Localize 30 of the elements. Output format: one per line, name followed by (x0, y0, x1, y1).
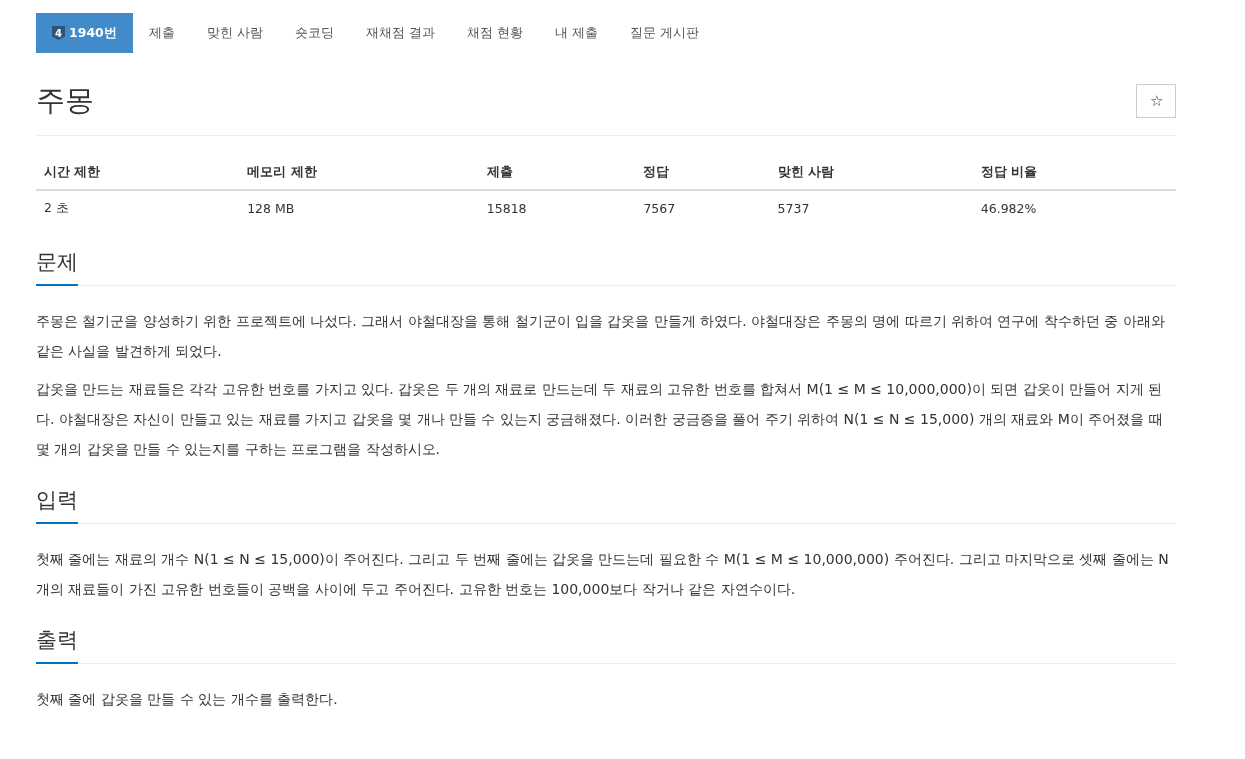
favorite-button[interactable]: ☆ (1136, 84, 1176, 118)
column-header: 정답 (635, 156, 770, 190)
column-header: 제출 (478, 156, 636, 190)
table-cell: 128 MB (239, 190, 479, 226)
nav-tab[interactable]: 질문 게시판 (613, 13, 715, 53)
column-header: 정답 비율 (972, 156, 1176, 190)
table-cell: 5737 (769, 190, 973, 226)
nav-tab[interactable]: 제출 (132, 13, 191, 53)
table-cell: 15818 (478, 190, 636, 226)
nav-tab[interactable]: 4 1940번 (36, 13, 133, 53)
tier-badge-icon: 4 (52, 26, 65, 40)
table-cell: 2 초 (36, 190, 240, 226)
column-header: 맞힌 사람 (769, 156, 973, 190)
nav-tab[interactable]: 숏코딩 (278, 13, 350, 53)
nav-tab[interactable]: 맞힌 사람 (190, 13, 279, 53)
section-heading: 문제 (36, 248, 78, 286)
column-header: 메모리 제한 (239, 156, 479, 190)
nav-tab[interactable]: 재채점 결과 (349, 13, 451, 53)
section-heading: 입력 (36, 486, 78, 524)
problem-title: 주몽 (36, 82, 94, 119)
nav-tab[interactable]: 채점 현황 (450, 13, 539, 53)
table-cell: 7567 (635, 190, 770, 226)
table-cell: 46.982% (972, 190, 1176, 226)
column-header: 시간 제한 (36, 156, 240, 190)
paragraph: 갑옷을 만드는 재료들은 각각 고유한 번호를 가지고 있다. 갑옷은 두 개의 재료로 만드는데 두 재료의 고유한 번호를 합쳐서 M(1 ≤ M ≤ 10,000,000)이 되면 갑옷이 만들어 지게 된다. 야철대장은 자신이 만들고 있는 재료를 가지고 갑옷을 몇 개나 만들 수 있는지 궁금해졌다. 이러한 궁금증을 풀어 주기 위하여 N(1 ≤ N ≤ 15,000) 개의 재료와 M이 주어졌을 때 몇 개의 갑옷을 만들 수 있는지를 구하는 프로그램을 작성하시오. (36, 380, 1164, 459)
paragraph: 주몽은 철기군을 양성하기 위한 프로젝트에 나섰다. 그래서 야철대장을 통해 철기군이 입을 갑옷을 만들게 하였다. 야철대장은 주몽의 명에 따르기 위하여 연구에 착수하던 중 아래와 같은 사실을 발견하게 되었다. (36, 312, 1166, 361)
paragraph: 첫째 줄에 갑옷을 만들 수 있는 개수를 출력한다. (36, 690, 339, 709)
section-heading: 출력 (36, 626, 78, 664)
paragraph: 첫째 줄에는 재료의 개수 N(1 ≤ N ≤ 15,000)이 주어진다. 그리고 두 번째 줄에는 갑옷을 만드는데 필요한 수 M(1 ≤ M ≤ 10,000,000) 주어진다. 그리고 마지막으로 셋째 줄에는 N개의 재료들이 가진 고유한 번호들이 공백을 사이에 두고 주어진다. 고유한 번호는 100,000보다 작거나 같은 자연수이다. (36, 550, 1170, 599)
nav-tab[interactable]: 내 제출 (538, 13, 614, 53)
